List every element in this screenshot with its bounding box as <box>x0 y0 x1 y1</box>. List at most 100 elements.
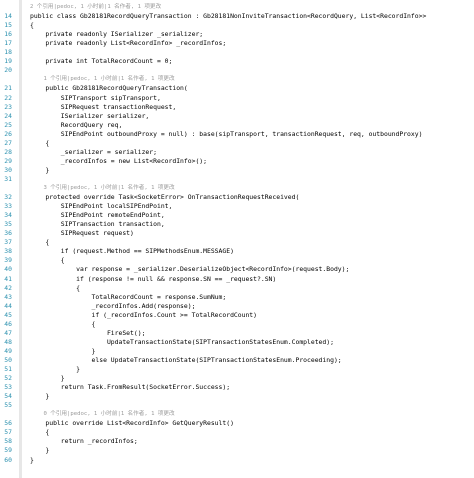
code-text: return _recordInfos; <box>30 437 138 446</box>
code-text: } <box>30 165 50 174</box>
code-line[interactable]: 17 private readonly List<RecordInfo> _re… <box>0 39 474 48</box>
code-line[interactable]: 60} <box>0 456 474 465</box>
code-line[interactable]: 31 <box>0 175 474 184</box>
code-line[interactable]: 45 if (_recordInfos.Count >= TotalRecord… <box>0 311 474 320</box>
codelens-row[interactable]: 3 个引用|pedoc, 1 小时前|1 名作者, 1 项更改 <box>0 184 474 193</box>
code-line[interactable]: 20 <box>0 66 474 75</box>
code-text: { <box>30 138 50 147</box>
line-number: 16 <box>4 30 12 39</box>
code-text: SIPTransport sipTransport, <box>30 93 161 102</box>
code-line[interactable]: 46 { <box>0 320 474 329</box>
code-line[interactable]: 59 } <box>0 446 474 455</box>
code-line[interactable]: 30 } <box>0 166 474 175</box>
code-text: } <box>30 365 81 373</box>
code-line[interactable]: 54 } <box>0 392 474 401</box>
code-line[interactable]: 52 } <box>0 374 474 383</box>
line-number: 49 <box>4 346 12 355</box>
line-number: 29 <box>4 156 12 165</box>
code-text: if (response != null && response.SN == _… <box>30 274 277 283</box>
code-text: { <box>30 428 50 437</box>
code-text: if (_recordInfos.Count >= TotalRecordCou… <box>30 310 258 319</box>
code-line[interactable]: 29 _recordInfos = new List<RecordInfo>()… <box>0 157 474 166</box>
line-number: 33 <box>4 202 12 211</box>
code-text: FireSet(); <box>30 328 146 337</box>
code-line[interactable]: 40 var response = _serializer.Deserializ… <box>0 265 474 274</box>
code-line[interactable]: 23 SIPRequest transactionRequest, <box>0 103 474 112</box>
code-text: protected override Task<SocketError> OnT… <box>30 193 300 202</box>
code-text: SIPEndPoint localSIPEndPoint, <box>30 202 173 211</box>
code-line[interactable]: 22 SIPTransport sipTransport, <box>0 94 474 103</box>
line-number: 60 <box>4 455 12 464</box>
code-text: private readonly ISerializer _serializer… <box>30 30 204 39</box>
code-line[interactable]: 15 { <box>0 21 474 30</box>
codelens-text[interactable]: 0 个引用|pedoc, 1 小时前|1 名作者, 1 项更改 <box>30 410 174 419</box>
code-line[interactable]: 24 ISerializer serializer, <box>0 112 474 121</box>
code-line[interactable]: 32 protected override Task<SocketError> … <box>0 193 474 202</box>
line-number: 26 <box>4 129 12 138</box>
code-line[interactable]: 50 else UpdateTransactionState(SIPTransa… <box>0 356 474 365</box>
code-line[interactable]: 56 public override List<RecordInfo> GetQ… <box>0 419 474 428</box>
line-number: 34 <box>4 211 12 220</box>
line-number: 15 <box>4 21 12 30</box>
code-line[interactable]: 41 if (response != null && response.SN =… <box>0 275 474 284</box>
code-line[interactable]: 36 SIPRequest request) <box>0 229 474 238</box>
code-text: { <box>30 238 50 247</box>
code-line[interactable]: 19 private int TotalRecordCount = 0; <box>0 57 474 66</box>
code-line[interactable]: 37 { <box>0 238 474 247</box>
codelens-text[interactable]: 1 个引用|pedoc, 1 小时前|1 名作者, 1 项更改 <box>30 75 174 84</box>
line-number: 20 <box>4 66 12 75</box>
code-line[interactable]: 28 _serializer = serializer; <box>0 148 474 157</box>
line-number: 47 <box>4 328 12 337</box>
code-line[interactable]: 27 { <box>0 139 474 148</box>
code-line[interactable]: 55 <box>0 401 474 410</box>
line-number: 25 <box>4 120 12 129</box>
code-editor[interactable]: 2 个引用|pedoc, 1 小时前|1 名作者, 1 项更改 14 public … <box>0 0 474 478</box>
code-line[interactable]: 21 public Gb28181RecordQueryTransaction( <box>0 84 474 93</box>
line-number: 41 <box>4 274 12 283</box>
code-text: TotalRecordCount = response.SumNum; <box>30 292 227 301</box>
code-line[interactable]: 39 { <box>0 256 474 265</box>
code-line[interactable]: 18 <box>0 48 474 57</box>
line-number: 32 <box>4 193 12 202</box>
line-number: 27 <box>4 138 12 147</box>
code-line[interactable]: 25 RecordQuery req, <box>0 121 474 130</box>
line-number: 51 <box>4 365 12 373</box>
code-line[interactable]: 58 return _recordInfos; <box>0 437 474 446</box>
code-line[interactable]: 34 SIPEndPoint remoteEndPoint, <box>0 211 474 220</box>
code-line[interactable]: 48 UpdateTransactionState(SIPTransaction… <box>0 338 474 347</box>
code-text: } <box>30 346 96 355</box>
code-text: private int TotalRecordCount = 0; <box>30 57 173 66</box>
code-line[interactable]: 47 FireSet(); <box>0 329 474 338</box>
code-text: } <box>30 455 34 464</box>
codelens-text[interactable]: 2 个引用|pedoc, 1 小时前|1 名作者, 1 项更改 <box>30 3 161 12</box>
code-line[interactable]: 44 _recordInfos.Add(response); <box>0 302 474 311</box>
code-line[interactable]: 43 TotalRecordCount = response.SumNum; <box>0 293 474 302</box>
line-number: 57 <box>4 428 12 437</box>
line-number: 53 <box>4 383 12 392</box>
code-text: if (request.Method == SIPMethodsEnum.MES… <box>30 247 234 256</box>
codelens-text[interactable]: 3 个引用|pedoc, 1 小时前|1 名作者, 1 项更改 <box>30 184 174 193</box>
code-line[interactable]: 38 if (request.Method == SIPMethodsEnum.… <box>0 247 474 256</box>
line-number: 21 <box>4 84 12 93</box>
code-line[interactable]: 35 SIPTransaction transaction, <box>0 220 474 229</box>
code-line[interactable]: 57 { <box>0 428 474 437</box>
code-line[interactable]: 51 } <box>0 365 474 374</box>
code-line[interactable]: 14 public class Gb28181RecordQueryTransac… <box>0 12 474 21</box>
line-number: 46 <box>4 319 12 328</box>
codelens-row[interactable]: 2 个引用|pedoc, 1 小时前|1 名作者, 1 项更改 <box>0 3 474 12</box>
code-text: } <box>30 446 50 455</box>
code-text: } <box>30 392 50 401</box>
codelens-row[interactable]: 1 个引用|pedoc, 1 小时前|1 名作者, 1 项更改 <box>0 75 474 84</box>
code-text: ISerializer serializer, <box>30 111 150 120</box>
code-line[interactable]: 33 SIPEndPoint localSIPEndPoint, <box>0 202 474 211</box>
code-line[interactable]: 16 private readonly ISerializer _seriali… <box>0 30 474 39</box>
code-line[interactable]: 26 SIPEndPoint outboundProxy = null) : b… <box>0 130 474 139</box>
line-number: 48 <box>4 337 12 346</box>
codelens-row[interactable]: 0 个引用|pedoc, 1 小时前|1 名作者, 1 项更改 <box>0 410 474 419</box>
code-line[interactable]: 53 return Task.FromResult(SocketError.Su… <box>0 383 474 392</box>
line-number: 42 <box>4 283 12 292</box>
line-number: 23 <box>4 102 12 111</box>
code-line[interactable]: 49 } <box>0 347 474 356</box>
code-text: _recordInfos = new List<RecordInfo>(); <box>30 156 207 165</box>
code-line[interactable]: 42 { <box>0 284 474 293</box>
